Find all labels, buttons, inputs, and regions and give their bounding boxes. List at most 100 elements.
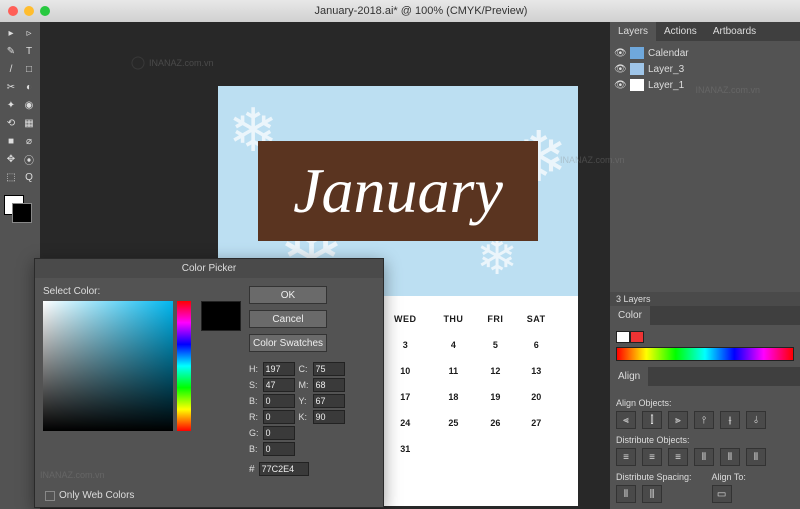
tool-button[interactable]: □ — [20, 60, 38, 78]
distribute-hcenter-button[interactable]: ⦀ — [720, 448, 740, 466]
tab-color[interactable]: Color — [610, 306, 650, 325]
h-label: H: — [249, 364, 259, 374]
day-cell: 11 — [431, 358, 477, 384]
tab-actions[interactable]: Actions — [656, 22, 705, 41]
tool-button[interactable]: ✎ — [2, 42, 20, 60]
g-input[interactable] — [263, 426, 295, 440]
h-input[interactable] — [263, 362, 295, 376]
day-cell: 12 — [476, 358, 514, 384]
distribute-bottom-button[interactable]: ≡ — [668, 448, 688, 466]
minimize-window-button[interactable] — [24, 6, 34, 16]
cancel-button[interactable]: Cancel — [249, 310, 327, 328]
tool-button[interactable]: ■ — [2, 132, 20, 150]
day-header: SAT — [514, 306, 558, 332]
color-swatches-button[interactable]: Color Swatches — [249, 334, 327, 352]
layer-color-swatch — [630, 79, 644, 91]
y-input[interactable] — [313, 394, 345, 408]
visibility-icon[interactable]: 👁 — [614, 80, 626, 91]
layer-row[interactable]: 👁 Calendar — [614, 45, 796, 61]
tool-button[interactable]: ◉ — [20, 96, 38, 114]
document-title: January-2018.ai* @ 100% (CMYK/Preview) — [50, 5, 792, 17]
saturation-value-field[interactable] — [43, 301, 173, 431]
k-input[interactable] — [313, 410, 345, 424]
align-left-button[interactable]: ⫷ — [616, 411, 636, 429]
align-top-button[interactable]: ⫯ — [694, 411, 714, 429]
day-cell: 3 — [380, 332, 431, 358]
layers-footer: 3 Layers — [610, 292, 800, 306]
layer-color-swatch — [630, 47, 644, 59]
tab-artboards[interactable]: Artboards — [705, 22, 764, 41]
m-label: M: — [299, 380, 309, 390]
m-input[interactable] — [313, 378, 345, 392]
tool-button[interactable]: / — [2, 60, 20, 78]
tool-button[interactable]: ✂ — [2, 78, 20, 96]
color-picker-dialog[interactable]: Color Picker Select Color: OK Cancel Col… — [34, 258, 384, 508]
tool-button[interactable]: ▦ — [20, 114, 38, 132]
close-window-button[interactable] — [8, 6, 18, 16]
tool-button[interactable]: ⦿ — [20, 150, 38, 168]
k-label: K: — [299, 412, 309, 422]
hex-input[interactable] — [259, 462, 309, 476]
bch-label: B: — [249, 444, 259, 454]
distribute-vcenter-button[interactable]: ≡ — [642, 448, 662, 466]
s-input[interactable] — [263, 378, 295, 392]
b-input[interactable] — [263, 394, 295, 408]
bch-input[interactable] — [263, 442, 295, 456]
hue-slider[interactable] — [177, 301, 191, 431]
tool-button[interactable]: Q — [20, 168, 38, 186]
select-color-label: Select Color: — [43, 286, 241, 297]
day-cell: 4 — [431, 332, 477, 358]
day-cell: 24 — [380, 410, 431, 436]
right-panels: Layers Actions Artboards 👁 Calendar👁 Lay… — [610, 22, 800, 509]
day-header: WED — [380, 306, 431, 332]
color-swatches[interactable] — [2, 193, 38, 225]
align-right-button[interactable]: ⫸ — [668, 411, 688, 429]
tool-button[interactable]: ⬚ — [2, 168, 20, 186]
y-label: Y: — [299, 396, 309, 406]
tool-button[interactable]: ✥ — [2, 150, 20, 168]
tool-button[interactable]: ◐ — [20, 78, 38, 96]
tab-align[interactable]: Align — [610, 367, 648, 386]
hue-strip[interactable] — [616, 347, 794, 361]
layer-row[interactable]: 👁 Layer_3 — [614, 61, 796, 77]
stroke-swatch[interactable] — [12, 203, 32, 223]
c-input[interactable] — [313, 362, 345, 376]
align-to-button[interactable]: ▭ — [712, 485, 732, 503]
tab-layers[interactable]: Layers — [610, 22, 656, 41]
align-hcenter-button[interactable]: ⫿ — [642, 411, 662, 429]
tool-button[interactable]: T — [20, 42, 38, 60]
ok-button[interactable]: OK — [249, 286, 327, 304]
align-bottom-button[interactable]: ⫰ — [746, 411, 766, 429]
distribute-hspacing-button[interactable]: ⫼ — [642, 485, 662, 503]
layer-name: Layer_1 — [648, 80, 684, 91]
layer-name: Layer_3 — [648, 64, 684, 75]
day-cell: 17 — [380, 384, 431, 410]
tool-button[interactable]: ▹ — [20, 24, 38, 42]
mini-stroke-swatch[interactable] — [630, 331, 644, 343]
tool-button[interactable]: ⟲ — [2, 114, 20, 132]
distribute-top-button[interactable]: ≡ — [616, 448, 636, 466]
distribute-left-button[interactable]: ⦀ — [694, 448, 714, 466]
visibility-icon[interactable]: 👁 — [614, 64, 626, 75]
mini-fill-swatch[interactable] — [616, 331, 630, 343]
r-input[interactable] — [263, 410, 295, 424]
g-label: G: — [249, 428, 259, 438]
tool-button[interactable]: ✦ — [2, 96, 20, 114]
color-picker-title: Color Picker — [35, 259, 383, 278]
tool-button[interactable]: ▸ — [2, 24, 20, 42]
day-header: THU — [431, 306, 477, 332]
distribute-right-button[interactable]: ⦀ — [746, 448, 766, 466]
maximize-window-button[interactable] — [40, 6, 50, 16]
align-to-label: Align To: — [712, 472, 746, 482]
only-web-colors-checkbox[interactable] — [45, 491, 55, 501]
distribute-vspacing-button[interactable]: ⫴ — [616, 485, 636, 503]
day-cell: 10 — [380, 358, 431, 384]
day-cell — [476, 436, 514, 462]
color-preview — [201, 301, 241, 331]
tool-button[interactable]: ⌀ — [20, 132, 38, 150]
c-label: C: — [299, 364, 309, 374]
visibility-icon[interactable]: 👁 — [614, 48, 626, 59]
align-vcenter-button[interactable]: ⫲ — [720, 411, 740, 429]
layer-row[interactable]: 👁 Layer_1 — [614, 77, 796, 93]
b-label: B: — [249, 396, 259, 406]
